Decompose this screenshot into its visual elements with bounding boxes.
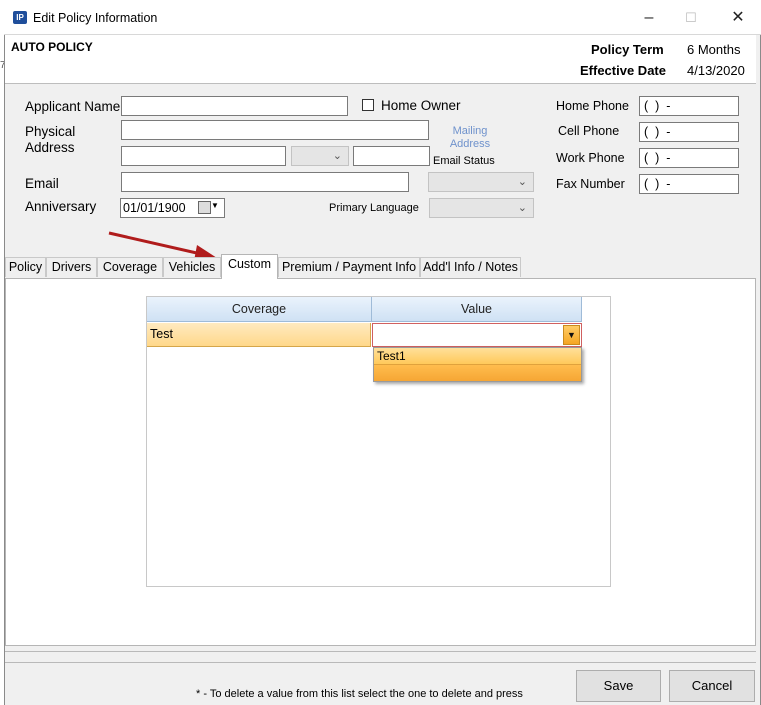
cell-phone-label: Cell Phone bbox=[558, 124, 620, 138]
physical-address-label-line1: Physical bbox=[25, 124, 76, 139]
app-icon: IP bbox=[13, 11, 27, 24]
value-dropdown-button[interactable]: ▼ bbox=[563, 325, 580, 345]
policy-term-label: Policy Term bbox=[591, 42, 664, 57]
mailing-address-link[interactable]: Mailing Address bbox=[441, 125, 499, 151]
applicant-name-label: Applicant Name bbox=[25, 99, 121, 114]
chevron-down-icon: ⌄ bbox=[517, 202, 527, 214]
tab-policy[interactable]: Policy bbox=[5, 257, 46, 277]
tab-drivers[interactable]: Drivers bbox=[46, 257, 97, 277]
anniversary-date-picker[interactable]: 01/01/1900 ▼ bbox=[120, 198, 225, 218]
calendar-icon bbox=[198, 201, 211, 214]
minimize-icon[interactable]: – bbox=[632, 6, 666, 30]
divider bbox=[5, 662, 756, 663]
email-label: Email bbox=[25, 176, 59, 191]
applicant-name-input[interactable] bbox=[121, 96, 348, 116]
policy-type: AUTO POLICY bbox=[11, 40, 93, 54]
anniversary-value: 01/01/1900 bbox=[123, 201, 186, 215]
home-phone-label: Home Phone bbox=[556, 99, 629, 113]
work-phone-label: Work Phone bbox=[556, 151, 625, 165]
state-dropdown[interactable]: ⌄ bbox=[291, 146, 349, 166]
save-button[interactable]: Save bbox=[576, 670, 661, 702]
address-line1-input[interactable] bbox=[121, 120, 429, 140]
tab-vehicles[interactable]: Vehicles bbox=[163, 257, 221, 277]
column-header-value[interactable]: Value bbox=[372, 297, 582, 322]
tab-premium-payment-info[interactable]: Premium / Payment Info bbox=[278, 257, 420, 277]
close-icon[interactable]: ✕ bbox=[721, 6, 755, 30]
home-phone-input[interactable] bbox=[639, 96, 739, 116]
effective-date-value: 4/13/2020 bbox=[687, 63, 745, 78]
coverage-cell[interactable]: Test bbox=[147, 323, 371, 347]
city-input[interactable] bbox=[121, 146, 286, 166]
fax-number-label: Fax Number bbox=[556, 177, 625, 191]
email-status-label: Email Status bbox=[433, 155, 495, 167]
tab-custom[interactable]: Custom bbox=[221, 254, 278, 279]
chevron-down-icon: ⌄ bbox=[517, 176, 527, 188]
chevron-down-icon: ▼ bbox=[211, 201, 219, 210]
maximize-icon: ☐ bbox=[685, 10, 697, 25]
home-owner-label: Home Owner bbox=[381, 98, 461, 113]
dropdown-option[interactable] bbox=[374, 365, 581, 381]
anniversary-label: Anniversary bbox=[25, 199, 97, 214]
divider bbox=[5, 651, 756, 652]
window-title: Edit Policy Information bbox=[33, 11, 158, 25]
delete-instruction-note: * - To delete a value from this list sel… bbox=[196, 688, 523, 700]
cell-phone-input[interactable] bbox=[639, 122, 739, 142]
tab-addl-info-notes[interactable]: Add'l Info / Notes bbox=[420, 257, 521, 277]
home-owner-checkbox[interactable] bbox=[362, 99, 374, 111]
tab-coverage[interactable]: Coverage bbox=[97, 257, 163, 277]
value-cell-editor[interactable] bbox=[372, 323, 582, 347]
dropdown-option[interactable]: Test1 bbox=[374, 348, 581, 365]
primary-language-dropdown[interactable]: ⌄ bbox=[429, 198, 534, 218]
zip-input[interactable] bbox=[353, 146, 430, 166]
policy-term-value: 6 Months bbox=[687, 42, 741, 57]
email-input[interactable] bbox=[121, 172, 409, 192]
fax-number-input[interactable] bbox=[639, 174, 739, 194]
primary-language-label: Primary Language bbox=[329, 202, 419, 214]
work-phone-input[interactable] bbox=[639, 148, 739, 168]
cancel-button[interactable]: Cancel bbox=[669, 670, 755, 702]
effective-date-label: Effective Date bbox=[580, 63, 666, 78]
column-header-coverage[interactable]: Coverage bbox=[147, 297, 372, 322]
physical-address-label-line2: Address bbox=[25, 140, 75, 155]
mailing-link-line1: Mailing bbox=[452, 125, 488, 137]
mailing-link-line2: Address bbox=[449, 138, 491, 150]
email-status-dropdown[interactable]: ⌄ bbox=[428, 172, 534, 192]
chevron-down-icon: ⌄ bbox=[332, 150, 342, 162]
